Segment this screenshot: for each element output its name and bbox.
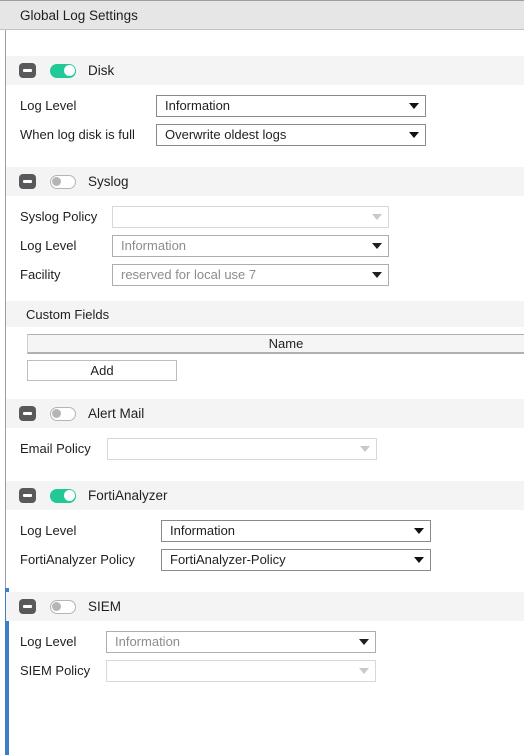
chevron-down-icon: [409, 131, 419, 138]
select-value: Information: [165, 98, 231, 113]
form-row: Log Level Information: [6, 516, 524, 545]
top-spacer: [6, 30, 524, 56]
field-label: Log Level: [20, 98, 77, 113]
select-syslog-2[interactable]: reserved for local use 7: [112, 263, 389, 286]
form-row: Syslog Policy: [6, 202, 524, 231]
field-label: When log disk is full: [20, 127, 135, 142]
subsection-header-custom-fields: Custom Fields: [6, 301, 524, 327]
section-title-siem: SIEM: [88, 599, 122, 614]
chevron-down-icon: [372, 271, 382, 278]
form-row: Email Policy: [6, 434, 524, 463]
select-value: FortiAnalyzer-Policy: [170, 552, 286, 567]
toggle-syslog[interactable]: [50, 174, 76, 189]
section-title-alert-mail: Alert Mail: [88, 406, 145, 421]
section-title-syslog: Syslog: [88, 174, 129, 189]
section-rows-fortianalyzer: Log Level Information FortiAnalyzer Policy…: [6, 510, 524, 574]
form-row: Log Level Information: [6, 627, 524, 656]
section-header-disk[interactable]: Disk: [6, 56, 524, 85]
field-label: Log Level: [20, 523, 77, 538]
toggle-alert-mail[interactable]: [50, 406, 76, 421]
select-disk-0[interactable]: Information: [156, 94, 426, 117]
collapse-minus-icon[interactable]: [19, 406, 36, 421]
settings-body: Disk Log Level Information When log disk is…: [0, 30, 524, 755]
chevron-down-icon: [372, 213, 382, 220]
subsection-gap: [6, 289, 524, 301]
form-row: Facility reserved for local use 7: [6, 260, 524, 289]
add-custom-field-button[interactable]: Add: [27, 360, 177, 381]
section-rows-disk: Log Level Information When log disk is ful…: [6, 85, 524, 149]
form-row: SIEM Policy: [6, 656, 524, 685]
field-label: Facility: [20, 267, 61, 282]
section-header-fortianalyzer[interactable]: FortiAnalyzer: [6, 481, 524, 510]
chevron-down-icon: [372, 242, 382, 249]
select-siem-0[interactable]: Information: [106, 630, 376, 653]
select-value: reserved for local use 7: [121, 267, 257, 282]
field-label: FortiAnalyzer Policy: [20, 552, 135, 567]
section-header-syslog[interactable]: Syslog: [6, 167, 524, 196]
table-column-header-name: Name: [27, 334, 524, 354]
custom-fields-table: Name Add: [6, 327, 524, 381]
collapse-minus-icon[interactable]: [19, 488, 36, 503]
chevron-down-icon: [359, 667, 369, 674]
field-label: Syslog Policy: [20, 209, 98, 224]
select-value: Information: [170, 523, 236, 538]
section-title-fortianalyzer: FortiAnalyzer: [88, 488, 168, 503]
toggle-siem[interactable]: [50, 599, 76, 614]
toggle-fortianalyzer[interactable]: [50, 488, 76, 503]
select-value: Overwrite oldest logs: [165, 127, 287, 142]
select-siem-1: [106, 659, 376, 682]
chevron-down-icon: [409, 102, 419, 109]
section-rows-siem: Log Level Information SIEM Policy: [6, 621, 524, 685]
chevron-down-icon: [359, 638, 369, 645]
select-alert-mail-0: [107, 437, 377, 460]
chevron-down-icon: [414, 527, 424, 534]
select-syslog-0: [112, 205, 389, 228]
section-rows-alert-mail: Email Policy: [6, 428, 524, 463]
section-header-siem[interactable]: SIEM: [6, 592, 524, 621]
collapse-minus-icon[interactable]: [19, 599, 36, 614]
collapse-minus-icon[interactable]: [19, 63, 36, 78]
page-title: Global Log Settings: [20, 7, 138, 23]
panel-titlebar: Global Log Settings: [0, 0, 524, 30]
collapse-minus-icon[interactable]: [19, 174, 36, 189]
select-syslog-1[interactable]: Information: [112, 234, 389, 257]
form-row: FortiAnalyzer Policy FortiAnalyzer-Policy: [6, 545, 524, 574]
field-label: Log Level: [20, 238, 77, 253]
chevron-down-icon: [414, 556, 424, 563]
select-fortianalyzer-1[interactable]: FortiAnalyzer-Policy: [161, 548, 431, 571]
select-disk-1[interactable]: Overwrite oldest logs: [156, 123, 426, 146]
form-row: Log Level Information: [6, 231, 524, 260]
select-value: Information: [121, 238, 187, 253]
select-fortianalyzer-0[interactable]: Information: [161, 519, 431, 542]
section-header-alert-mail[interactable]: Alert Mail: [6, 399, 524, 428]
field-label: SIEM Policy: [20, 663, 91, 678]
field-label: Log Level: [20, 634, 77, 649]
select-value: Information: [115, 634, 181, 649]
global-log-settings-panel: Global Log Settings Disk Log Level Informa…: [0, 0, 524, 756]
sections-container: Disk Log Level Information When log disk is…: [6, 30, 524, 755]
section-rows-syslog: Syslog Policy Log Level Information Facilit…: [6, 196, 524, 289]
chevron-down-icon: [360, 445, 370, 452]
form-row: When log disk is full Overwrite oldest lo…: [6, 120, 524, 149]
toggle-disk[interactable]: [50, 63, 76, 78]
field-label: Email Policy: [20, 441, 91, 456]
form-row: Log Level Information: [6, 91, 524, 120]
section-title-disk: Disk: [88, 63, 115, 78]
